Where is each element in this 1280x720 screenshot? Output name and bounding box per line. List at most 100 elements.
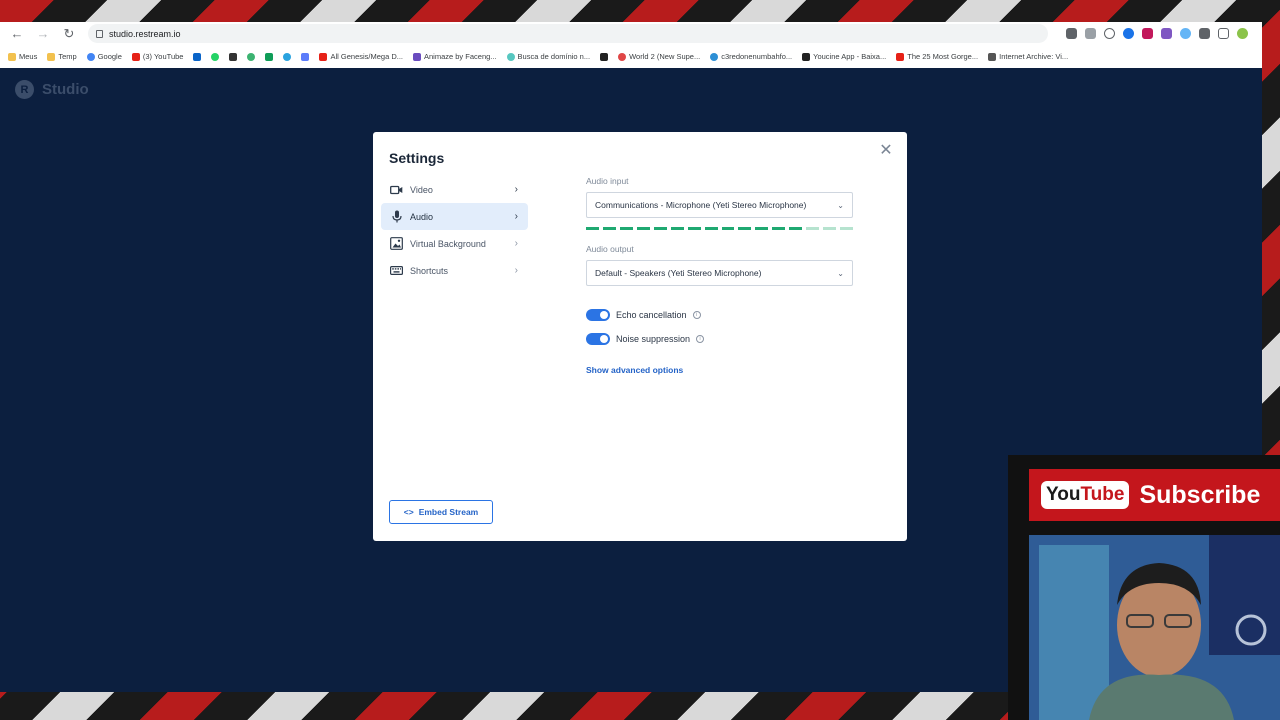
bookmark-item[interactable]: Google — [86, 52, 122, 61]
extension-blue-icon[interactable] — [1123, 28, 1134, 39]
bookmark-item[interactable]: All Genesis/Mega D... — [319, 52, 403, 61]
camera-extension-icon[interactable] — [1066, 28, 1077, 39]
reload-icon[interactable]: ↻ — [58, 24, 80, 44]
audio-output-select[interactable]: Default - Speakers (Yeti Stereo Micropho… — [586, 260, 853, 286]
chevron-right-icon: › — [514, 211, 518, 222]
side-panel-icon[interactable] — [1218, 28, 1229, 39]
browser-chrome: ← → ↻ studio.restream.io Meus Temp Googl… — [0, 22, 1262, 68]
chevron-right-icon: › — [514, 238, 518, 249]
embed-stream-button[interactable]: <> Embed Stream — [389, 500, 493, 524]
lock-icon — [96, 29, 103, 38]
chevron-down-icon: ⌄ — [837, 201, 844, 210]
bookmark-icon-only[interactable] — [247, 52, 256, 61]
chevron-right-icon: › — [514, 265, 518, 276]
extension-lightblue-icon[interactable] — [1180, 28, 1191, 39]
info-icon[interactable]: i — [696, 335, 705, 343]
bookmark-item[interactable]: c3redonenumbahfo... — [710, 52, 792, 61]
audio-output-label: Audio output — [586, 244, 634, 254]
bookmark-icon-only[interactable] — [600, 52, 609, 61]
bookmark-label: The 25 Most Gorge... — [907, 52, 979, 61]
telegram-icon — [283, 52, 292, 61]
show-advanced-options-link[interactable]: Show advanced options — [586, 365, 854, 375]
back-icon[interactable]: ← — [6, 24, 28, 44]
bookmark-label: Busca de domínio n... — [517, 52, 591, 61]
extension-pink-icon[interactable] — [1142, 28, 1153, 39]
sheets-icon — [265, 52, 274, 61]
menu-item-video[interactable]: Video › — [381, 176, 528, 203]
domain-icon — [506, 52, 515, 61]
bookmarks-bar: Meus Temp Google (3) YouTube All Genesis… — [0, 45, 1262, 68]
youtube-logo-you: You — [1046, 484, 1081, 505]
tools-icon — [229, 52, 238, 61]
studio-brand: R Studio — [15, 80, 89, 99]
bookmark-icon-only[interactable] — [283, 52, 292, 61]
noise-suppression-toggle[interactable] — [586, 333, 610, 345]
stream-overlay: YouTube Subscribe — [1008, 455, 1280, 720]
animaze-icon — [413, 52, 421, 61]
audio-output-value: Default - Speakers (Yeti Stereo Micropho… — [595, 268, 762, 278]
bookmark-label: World 2 (New Supe... — [629, 52, 701, 61]
folder-icon — [8, 52, 16, 61]
bookmark-item[interactable]: The 25 Most Gorge... — [896, 52, 978, 61]
info-icon[interactable]: i — [692, 311, 701, 319]
menu-item-shortcuts[interactable]: Shortcuts › — [381, 257, 528, 284]
chevron-right-icon: › — [514, 184, 518, 195]
google-icon — [86, 52, 95, 61]
settings-modal: Settings ✕ Video › Audio › Virtual Backg… — [373, 132, 907, 541]
bookmark-item[interactable]: (3) YouTube — [131, 52, 183, 61]
mushroom-icon — [618, 52, 627, 61]
menu-item-audio[interactable]: Audio › — [381, 203, 528, 230]
bookmark-icon-only[interactable] — [229, 52, 238, 61]
share-icon[interactable] — [1085, 28, 1096, 39]
outlook-icon — [193, 52, 202, 61]
youtube-icon — [131, 52, 140, 61]
audio-input-value: Communications - Microphone (Yeti Stereo… — [595, 200, 807, 210]
url-text: studio.restream.io — [109, 28, 181, 39]
bookmark-icon-only[interactable] — [193, 52, 202, 61]
address-bar-row: ← → ↻ studio.restream.io — [0, 22, 1262, 45]
bookmark-item[interactable]: Busca de domínio n... — [506, 52, 591, 61]
menu-item-label: Virtual Background — [410, 238, 486, 249]
embed-stream-label: Embed Stream — [418, 507, 479, 517]
bookmark-icon-only[interactable] — [265, 52, 274, 61]
bookmark-label: Meus — [19, 52, 38, 61]
extension-toolbar — [1066, 28, 1256, 39]
audio-input-select[interactable]: Communications - Microphone (Yeti Stereo… — [586, 192, 853, 218]
brand-name: Studio — [42, 81, 89, 98]
webcam-feed — [1029, 535, 1280, 720]
forward-icon[interactable]: → — [32, 24, 54, 44]
bookmark-item[interactable]: Meus — [8, 52, 37, 61]
close-icon[interactable]: ✕ — [878, 143, 894, 159]
bookmark-label: c3redonenumbahfo... — [721, 52, 793, 61]
bookmark-item[interactable]: Animaze by Faceng... — [413, 52, 497, 61]
bookmark-item[interactable]: Youcine App - Baixa... — [802, 52, 886, 61]
restream-logo-icon: R — [15, 80, 34, 99]
bookmark-item[interactable]: Temp — [47, 52, 77, 61]
translate-icon — [301, 52, 310, 61]
menu-item-virtual-background[interactable]: Virtual Background › — [381, 230, 528, 257]
youtube-subscribe-banner: YouTube Subscribe — [1029, 469, 1280, 521]
bookmark-icon-only[interactable] — [211, 52, 220, 61]
keyboard-icon — [390, 264, 403, 277]
bookmark-item[interactable]: Internet Archive: Vi... — [988, 52, 1068, 61]
star-icon[interactable] — [1104, 28, 1115, 39]
profile-icon[interactable] — [1237, 28, 1248, 39]
subscribe-text: Subscribe — [1139, 480, 1261, 509]
audio-settings-panel: Audio input Communications - Microphone … — [586, 176, 854, 375]
bookmark-item[interactable]: World 2 (New Supe... — [618, 52, 700, 61]
modal-title: Settings — [389, 150, 445, 166]
archive-icon — [988, 52, 997, 61]
noise-suppression-label: Noise suppression — [616, 334, 691, 344]
w-icon — [600, 52, 609, 61]
puzzle-icon[interactable] — [1199, 28, 1210, 39]
bookmark-label: All Genesis/Mega D... — [330, 52, 403, 61]
webcam-image — [1029, 535, 1280, 720]
audio-input-label: Audio input — [586, 176, 629, 186]
extension-purple-icon[interactable] — [1161, 28, 1172, 39]
echo-cancellation-toggle[interactable] — [586, 309, 610, 321]
bookmark-icon-only[interactable] — [301, 52, 310, 61]
url-input[interactable]: studio.restream.io — [88, 24, 1048, 43]
noise-suppression-row: Noise suppression i — [586, 332, 854, 346]
chat-icon — [247, 52, 256, 61]
bookmark-label: Animaze by Faceng... — [424, 52, 497, 61]
